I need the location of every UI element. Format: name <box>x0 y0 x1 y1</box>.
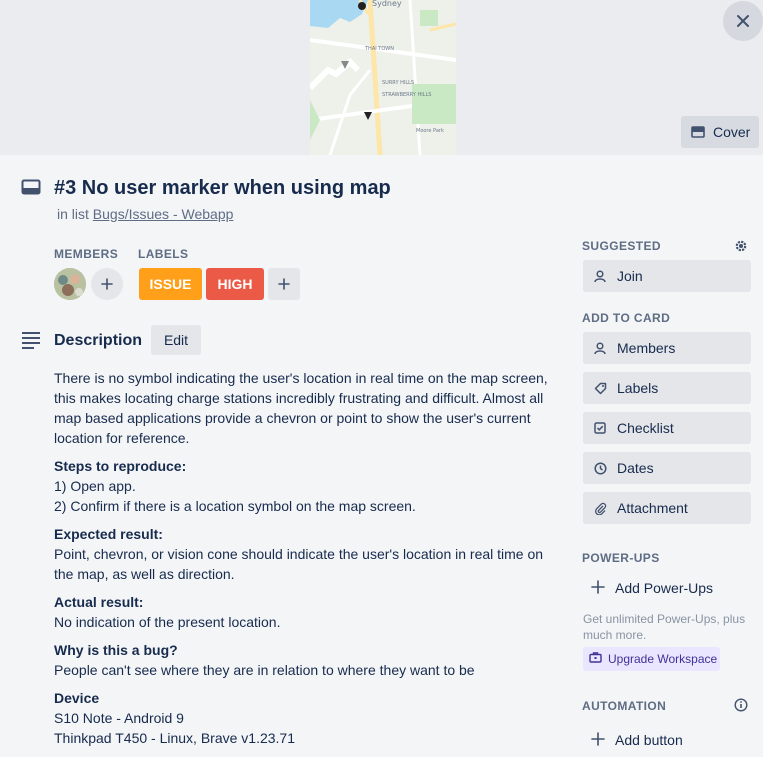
join-label: Join <box>617 268 643 284</box>
cover-map-image: Sydney THAI TOWN SURRY HILLS STRAWBERRY … <box>310 0 456 155</box>
avatar[interactable] <box>54 268 86 300</box>
map-label-sydney: Sydney <box>372 0 402 8</box>
person-icon <box>593 269 607 283</box>
steps-heading: Steps to reproduce: <box>54 458 187 474</box>
why-block: Why is this a bug? People can't see wher… <box>54 640 566 680</box>
plus-icon <box>591 731 605 749</box>
attachment-button[interactable]: Attachment <box>583 492 751 524</box>
plus-icon <box>101 278 113 290</box>
actual-heading: Actual result: <box>54 594 144 610</box>
suggested-heading: Suggested <box>582 239 661 253</box>
in-list-line: in list Bugs/Issues - Webapp <box>57 206 233 222</box>
step-1: 1) Open app. <box>54 478 136 494</box>
checklist-button[interactable]: Checklist <box>583 412 751 444</box>
suggested-settings-button[interactable] <box>731 236 751 256</box>
cover-button-label: Cover <box>713 124 751 140</box>
info-icon <box>734 698 748 712</box>
upgrade-workspace-button[interactable]: Upgrade Workspace <box>583 647 720 671</box>
actual-text: No indication of the present location. <box>54 614 281 630</box>
add-label-button[interactable] <box>268 268 300 300</box>
tag-icon <box>593 381 607 395</box>
add-power-ups-button[interactable]: Add Power-Ups <box>583 572 751 604</box>
members-button[interactable]: Members <box>583 332 751 364</box>
label-high[interactable]: HIGH <box>206 268 264 300</box>
automation-heading: Automation <box>582 699 667 713</box>
join-button[interactable]: Join <box>583 260 751 292</box>
labels-button-label: Labels <box>617 380 659 396</box>
power-ups-heading: Power-Ups <box>582 551 660 565</box>
gear-icon <box>735 240 747 252</box>
description-heading: Description <box>54 332 143 349</box>
power-ups-note: Get unlimited Power-Ups, plus much more. <box>583 612 746 642</box>
checklist-button-label: Checklist <box>617 420 674 436</box>
device-heading: Device <box>54 690 100 706</box>
device-block: Device S10 Note - Android 9 Thinkpad T45… <box>54 688 566 748</box>
upgrade-workspace-label: Upgrade Workspace <box>608 652 718 666</box>
actual-block: Actual result: No indication of the pres… <box>54 592 566 632</box>
device-2: Thinkpad T450 - Linux, Brave v1.23.71 <box>54 730 296 746</box>
expected-block: Expected result: Point, chevron, or visi… <box>54 524 566 584</box>
device-1: S10 Note - Android 9 <box>54 710 184 726</box>
list-name-link[interactable]: Bugs/Issues - Webapp <box>93 206 234 222</box>
cover-card-icon <box>691 126 705 138</box>
steps-block: Steps to reproduce: 1) Open app. 2) Conf… <box>54 456 566 516</box>
step-2: 2) Confirm if there is a location symbol… <box>54 498 416 514</box>
add-to-card-heading: Add to card <box>582 311 671 325</box>
map-label-moore-park: Moore Park <box>416 128 444 134</box>
plus-icon <box>278 278 290 290</box>
card-icon <box>21 179 41 200</box>
attachment-button-label: Attachment <box>617 500 688 516</box>
close-button[interactable] <box>723 1 763 41</box>
dates-button[interactable]: Dates <box>583 452 751 484</box>
close-icon <box>737 15 749 27</box>
why-heading: Why is this a bug? <box>54 642 178 658</box>
briefcase-icon <box>589 652 602 666</box>
paperclip-icon <box>593 501 607 515</box>
add-button-label: Add button <box>615 732 683 748</box>
members-heading: Members <box>54 247 119 261</box>
add-power-ups-label: Add Power-Ups <box>615 580 714 596</box>
map-label-surry-hills: SURRY HILLS <box>382 80 414 86</box>
card-cover: Sydney THAI TOWN SURRY HILLS STRAWBERRY … <box>0 0 763 155</box>
members-button-label: Members <box>617 340 676 356</box>
edit-description-button[interactable]: Edit <box>151 325 201 355</box>
checkbox-icon <box>593 421 607 435</box>
add-member-button[interactable] <box>91 268 123 300</box>
card-title[interactable]: #3 No user marker when using map <box>54 176 391 200</box>
map-label-thai-town: THAI TOWN <box>364 46 394 52</box>
labels-button[interactable]: Labels <box>583 372 751 404</box>
clock-icon <box>593 461 607 475</box>
expected-heading: Expected result: <box>54 526 163 542</box>
automation-info-button[interactable] <box>731 695 751 715</box>
label-issue[interactable]: ISSUE <box>139 268 202 300</box>
plus-icon <box>591 579 605 597</box>
expected-text: Point, chevron, or vision cone should in… <box>54 546 544 582</box>
dates-button-label: Dates <box>617 460 654 476</box>
map-label-strawberry-hills: STRAWBERRY HILLS <box>382 92 431 98</box>
why-text: People can't see where they are in relat… <box>54 662 475 678</box>
in-list-prefix: in list <box>57 206 89 222</box>
description-body[interactable]: There is no symbol indicating the user's… <box>54 368 566 756</box>
person-icon <box>593 341 607 355</box>
description-icon <box>21 331 41 352</box>
add-button-button[interactable]: Add button <box>583 724 751 756</box>
cover-button[interactable]: Cover <box>681 116 759 148</box>
labels-heading: Labels <box>138 247 189 261</box>
description-intro: There is no symbol indicating the user's… <box>54 370 548 446</box>
